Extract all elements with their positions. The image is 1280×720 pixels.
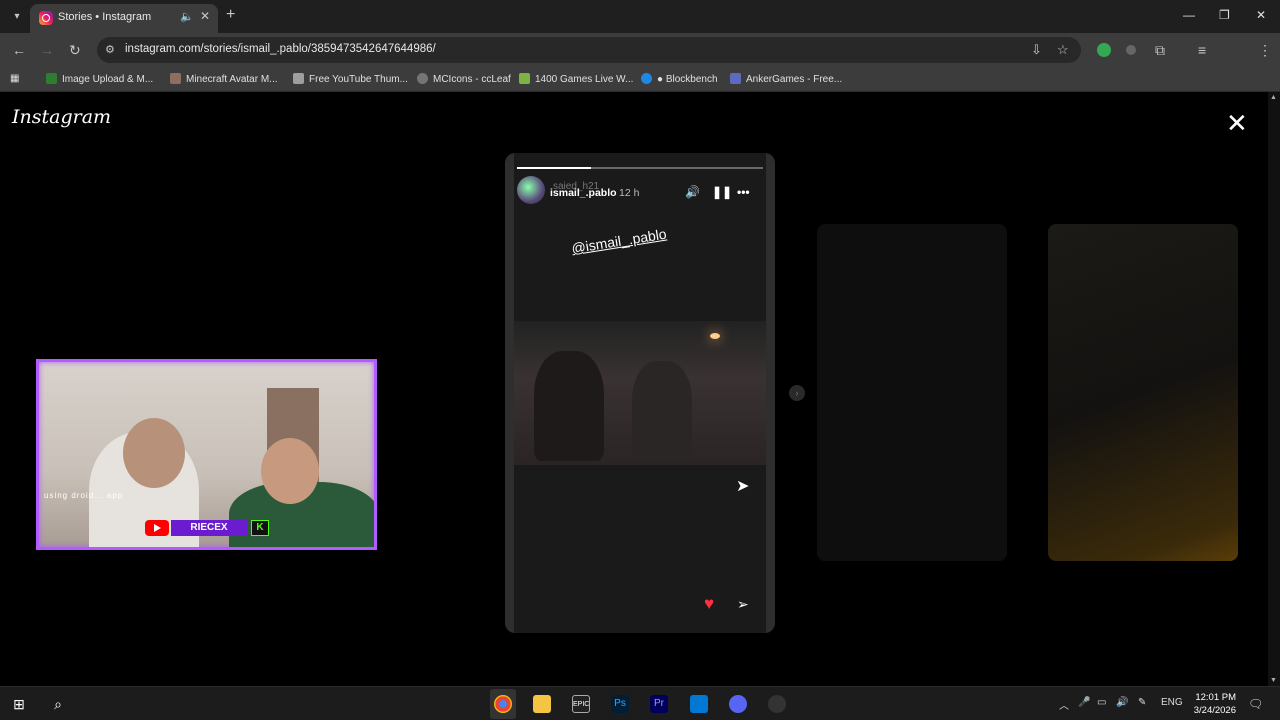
apps-grid-icon[interactable]: ▦	[10, 73, 19, 84]
bookmark-item[interactable]: ● Blockbench	[641, 73, 718, 85]
webcam-caption: using droid... app	[44, 491, 124, 500]
url-text[interactable]: instagram.com/stories/ismail_.pablo/3859…	[125, 43, 436, 55]
bookmark-favicon-icon	[641, 73, 652, 84]
scroll-down-icon[interactable]: ▼	[1270, 677, 1277, 684]
video-person-right	[632, 361, 692, 461]
extension-shield-icon[interactable]	[1097, 43, 1111, 57]
install-app-icon[interactable]: ⇩	[1031, 42, 1042, 58]
scroll-up-icon[interactable]: ▲	[1270, 94, 1277, 101]
bookmark-item[interactable]: AnkerGames - Free...	[730, 73, 842, 85]
media-control-icon[interactable]: ≡	[1198, 42, 1206, 58]
story-username[interactable]: ismail_.pablo	[550, 187, 617, 199]
site-info-icon[interactable]: ⚙	[105, 43, 115, 56]
webcam-overlay: using droid... app RIECEX K	[36, 359, 377, 550]
tab-title: Stories • Instagram	[58, 11, 152, 23]
mouse-cursor-icon: ➤	[736, 478, 750, 495]
discord-icon[interactable]	[729, 695, 747, 713]
new-tab-button[interactable]: +	[226, 6, 235, 24]
browser-tab-bar: ▾ Stories • Instagram 🔈 ✕ + — ❐ ✕	[0, 0, 1280, 33]
bookmark-favicon-icon	[730, 73, 741, 84]
back-icon[interactable]: ←	[12, 42, 26, 58]
epic-games-icon[interactable]: EPIC	[572, 695, 590, 713]
volume-icon[interactable]: 🔊	[685, 185, 700, 199]
story-progress-bar	[517, 167, 763, 169]
tab-search-icon[interactable]: ▾	[8, 8, 26, 26]
car-light	[710, 333, 720, 339]
extension-dot-icon[interactable]	[1126, 45, 1136, 55]
store-icon[interactable]	[690, 695, 708, 713]
photoshop-icon[interactable]: Ps	[611, 695, 629, 713]
next-story-arrow-icon[interactable]: ›	[789, 385, 805, 401]
instagram-favicon-icon	[39, 11, 53, 25]
language-indicator[interactable]: ENG	[1161, 697, 1183, 708]
maximize-icon[interactable]: ❐	[1219, 8, 1230, 22]
menu-kebab-icon[interactable]: ⋮	[1258, 42, 1272, 59]
youtube-icon	[145, 520, 169, 536]
story-timestamp: 12 h	[619, 187, 640, 199]
bookmark-item[interactable]: MCIcons - ccLeaf	[417, 73, 511, 85]
browser-tab-instagram[interactable]: Stories • Instagram 🔈 ✕	[30, 4, 218, 33]
pause-icon[interactable]: ❚❚	[712, 185, 732, 199]
next-story-preview[interactable]	[1048, 224, 1238, 561]
bookmark-star-icon[interactable]: ☆	[1057, 42, 1069, 58]
windows-start-icon[interactable]: ⊞	[10, 695, 28, 713]
kick-icon: K	[251, 520, 269, 536]
video-person-left	[534, 351, 604, 461]
extensions-puzzle-icon[interactable]: ⧉	[1155, 42, 1165, 59]
system-clock[interactable]: 12:01 PM 3/24/2026	[1186, 691, 1236, 717]
story-progress-fill	[517, 167, 591, 169]
person-left-head	[123, 418, 185, 488]
close-stories-button[interactable]: ✕	[1226, 110, 1248, 136]
page-scrollbar[interactable]: ▲ ▼	[1268, 92, 1280, 686]
bookmark-item[interactable]: Free YouTube Thum...	[293, 73, 408, 85]
minimize-icon[interactable]: —	[1183, 8, 1195, 22]
address-bar[interactable]: ⚙ instagram.com/stories/ismail_.pablo/38…	[97, 37, 1081, 63]
bookmark-favicon-icon	[46, 73, 57, 84]
clock-date: 3/24/2026	[1193, 705, 1236, 716]
pen-icon[interactable]: ✎	[1138, 697, 1146, 708]
bookmark-item[interactable]: 1400 Games Live W...	[519, 73, 633, 85]
browser-toolbar: ← → ↻ ⚙ instagram.com/stories/ismail_.pa…	[0, 33, 1280, 90]
tab-audio-icon[interactable]: 🔈	[180, 10, 194, 23]
clock-time: 12:01 PM	[1195, 692, 1236, 703]
like-heart-icon[interactable]: ♥	[704, 594, 714, 614]
file-explorer-icon[interactable]	[533, 695, 551, 713]
tray-chevron-icon[interactable]: ︿	[1059, 697, 1069, 712]
instagram-logo[interactable]: Instagram	[12, 106, 111, 128]
chrome-icon[interactable]	[494, 695, 512, 713]
bookmark-favicon-icon	[519, 73, 530, 84]
bookmark-favicon-icon	[417, 73, 428, 84]
story-viewer[interactable]: saied_h21 ismail_.pablo 12 h 🔊 ❚❚ ••• @i…	[505, 153, 775, 633]
bookmark-favicon-icon	[170, 73, 181, 84]
obs-icon[interactable]	[768, 695, 786, 713]
instagram-stories-page: Instagram ✕ using droid... app RIECEX K …	[0, 92, 1268, 686]
bookmark-item[interactable]: Minecraft Avatar M...	[170, 73, 278, 85]
reload-icon[interactable]: ↻	[69, 42, 81, 59]
forward-icon[interactable]: →	[40, 42, 54, 58]
speaker-icon[interactable]: 🔊	[1116, 697, 1128, 708]
notification-icon[interactable]: 🗨	[1248, 697, 1263, 711]
story-avatar[interactable]	[517, 176, 545, 204]
windows-taskbar: ⊞ ⌕ EPIC Ps Pr ︿ 🎤 ▭ 🔊 ✎ ENG 12:01 PM 3/…	[0, 686, 1280, 720]
bookmark-item[interactable]: Image Upload & M...	[46, 73, 153, 85]
bookmark-favicon-icon	[293, 73, 304, 84]
microphone-icon[interactable]: 🎤	[1078, 697, 1090, 708]
more-options-icon[interactable]: •••	[737, 185, 750, 199]
channel-name-tag: RIECEX	[171, 520, 247, 536]
tab-close-icon[interactable]: ✕	[200, 9, 210, 23]
story-video	[514, 321, 766, 465]
next-story-preview[interactable]	[817, 224, 1007, 561]
bookmarks-bar: ▦ Image Upload & M... Minecraft Avatar M…	[0, 67, 1280, 92]
window-close-icon[interactable]: ✕	[1256, 8, 1266, 22]
search-icon[interactable]: ⌕	[49, 695, 67, 713]
share-send-icon[interactable]: ➢	[737, 596, 749, 613]
premiere-icon[interactable]: Pr	[650, 695, 668, 713]
network-icon[interactable]: ▭	[1097, 697, 1106, 708]
person-right-head	[261, 438, 319, 504]
